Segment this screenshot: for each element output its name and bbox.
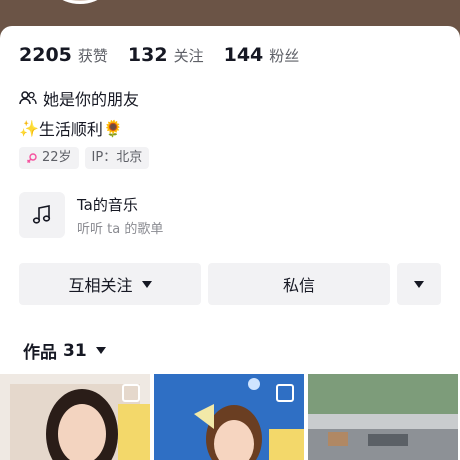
following-count: 132 bbox=[127, 44, 168, 66]
dropdown-arrow-icon bbox=[141, 280, 152, 288]
stats-row: 2205 获赞 132 关注 144 粉丝 bbox=[19, 44, 319, 66]
dropdown-arrow-icon bbox=[95, 347, 106, 354]
mutual-follow-button[interactable]: 互相关注 bbox=[19, 263, 201, 305]
action-buttons: 互相关注 私信 bbox=[19, 263, 441, 305]
music-entry[interactable]: Ta的音乐 听听 ta 的歌单 bbox=[19, 192, 163, 238]
dropdown-arrow-icon bbox=[414, 280, 424, 288]
bio: ✨ 生活顺利 🌻 bbox=[19, 116, 123, 140]
more-options-button[interactable] bbox=[397, 263, 441, 305]
select-checkbox[interactable] bbox=[276, 384, 294, 402]
likes-count: 2205 bbox=[19, 44, 72, 66]
video-thumbnail[interactable] bbox=[154, 374, 304, 460]
stat-followers[interactable]: 144 粉丝 bbox=[224, 44, 300, 66]
music-text: Ta的音乐 听听 ta 的歌单 bbox=[77, 194, 163, 237]
profile-tags: 22岁 IP：北京 bbox=[19, 147, 155, 169]
profile-card: 2205 获赞 132 关注 144 粉丝 她是你的朋友 ✨ 生活顺利 🌻 22… bbox=[0, 26, 460, 460]
mutual-follow-label: 互相关注 bbox=[68, 276, 133, 295]
video-thumbnail[interactable] bbox=[0, 374, 150, 460]
friends-icon bbox=[19, 91, 37, 105]
bio-text: 生活顺利 bbox=[38, 120, 103, 139]
friend-indicator: 她是你的朋友 bbox=[19, 86, 139, 110]
music-note-icon bbox=[19, 192, 65, 238]
sparkles-emoji: ✨ bbox=[19, 118, 39, 138]
stat-likes[interactable]: 2205 获赞 bbox=[19, 44, 108, 66]
works-label: 作品 bbox=[23, 343, 57, 363]
message-button[interactable]: 私信 bbox=[208, 263, 390, 305]
works-tab[interactable]: 作品 31 bbox=[23, 338, 106, 363]
friend-text: 她是你的朋友 bbox=[43, 90, 140, 109]
followers-label: 粉丝 bbox=[269, 47, 300, 65]
message-label: 私信 bbox=[282, 276, 315, 295]
age-text: 22岁 bbox=[42, 150, 72, 165]
likes-label: 获赞 bbox=[77, 47, 108, 65]
music-subtitle: 听听 ta 的歌单 bbox=[77, 221, 164, 237]
female-icon bbox=[27, 153, 37, 163]
music-title: Ta的音乐 bbox=[77, 195, 138, 214]
avatar[interactable] bbox=[40, 0, 120, 4]
works-grid bbox=[0, 374, 460, 460]
followers-count: 144 bbox=[223, 44, 264, 66]
following-label: 关注 bbox=[173, 47, 204, 65]
ip-text: IP：北京 bbox=[91, 150, 143, 165]
age-tag: 22岁 bbox=[19, 147, 79, 169]
ip-tag: IP：北京 bbox=[84, 147, 150, 169]
sunflower-emoji: 🌻 bbox=[102, 118, 123, 138]
video-thumbnail[interactable] bbox=[308, 374, 458, 460]
works-count: 31 bbox=[63, 340, 87, 361]
stat-following[interactable]: 132 关注 bbox=[128, 44, 204, 66]
select-checkbox[interactable] bbox=[122, 384, 140, 402]
